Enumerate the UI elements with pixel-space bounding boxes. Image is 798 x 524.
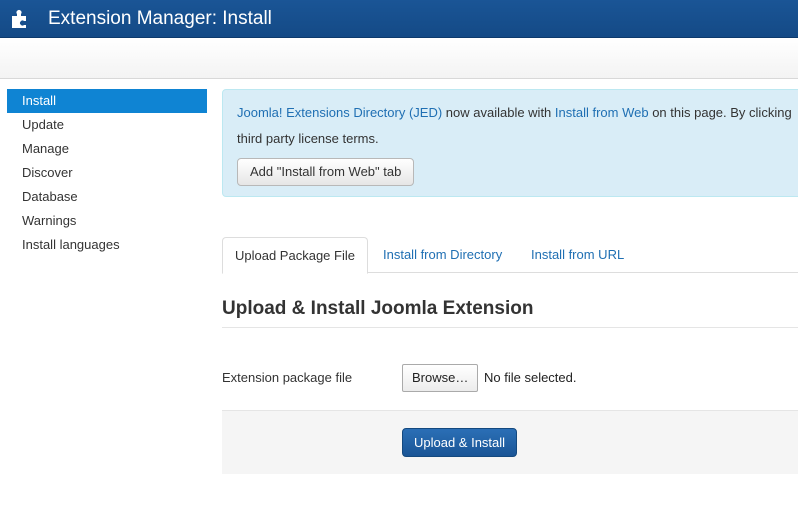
tab-upload-package-file[interactable]: Upload Package File: [222, 237, 368, 274]
page-title: Extension Manager: Install: [48, 7, 272, 29]
sidebar-item-manage[interactable]: Manage: [7, 137, 207, 161]
sidebar-item-install[interactable]: Install: [7, 89, 207, 113]
browse-button[interactable]: Browse…: [402, 364, 479, 392]
extension-package-file-label: Extension package file: [222, 370, 353, 385]
toolbar: [0, 38, 798, 79]
jed-link[interactable]: Joomla! Extensions Directory (JED): [237, 105, 442, 120]
form-actions: Upload & Install: [222, 410, 798, 474]
install-from-web-link[interactable]: Install from Web: [555, 105, 649, 120]
alert-line-1: Joomla! Extensions Directory (JED) now a…: [237, 103, 797, 123]
alert-text-2: on this page. By clicking: [648, 105, 792, 120]
sidebar-item-database[interactable]: Database: [7, 185, 207, 209]
sidebar-item-update[interactable]: Update: [7, 113, 207, 137]
app-header: Extension Manager: Install: [0, 0, 798, 38]
sidebar-item-install-languages[interactable]: Install languages: [7, 233, 207, 257]
add-install-from-web-tab-button[interactable]: Add "Install from Web" tab: [237, 158, 415, 186]
alert-text-1: now available with: [442, 105, 555, 120]
install-tabs: Upload Package File Install from Directo…: [222, 237, 798, 274]
jed-info-alert: Joomla! Extensions Directory (JED) now a…: [222, 89, 798, 197]
upload-install-button[interactable]: Upload & Install: [402, 428, 518, 457]
sidebar: Install Update Manage Discover Database …: [7, 89, 207, 257]
puzzle-icon: [10, 7, 34, 31]
section-title: Upload & Install Joomla Extension: [222, 297, 798, 328]
tab-install-from-url[interactable]: Install from URL: [519, 237, 636, 273]
sidebar-item-warnings[interactable]: Warnings: [7, 209, 207, 233]
sidebar-item-discover[interactable]: Discover: [7, 161, 207, 185]
tab-install-from-directory[interactable]: Install from Directory: [371, 237, 514, 273]
file-status: No file selected.: [484, 370, 577, 385]
alert-line-2: third party license terms.: [237, 131, 379, 146]
